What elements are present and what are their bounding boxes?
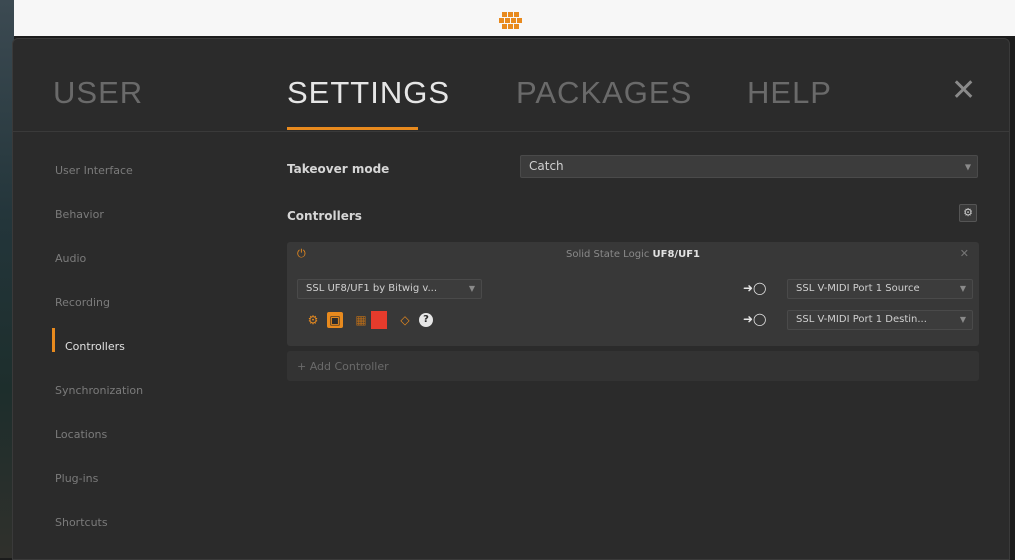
midi-output-value: SSL V-MIDI Port 1 Destin... (796, 314, 927, 325)
takeover-mode-label: Takeover mode (287, 162, 390, 176)
tab-help[interactable]: HELP (747, 75, 832, 111)
midi-output-row: ➜◯ SSL V-MIDI Port 1 Destin... ▼ (743, 310, 973, 330)
chevron-down-icon: ▼ (468, 284, 475, 293)
sidebar-item-user-interface[interactable]: User Interface (55, 164, 133, 177)
controller-title: Solid State Logic UF8/UF1 (287, 249, 979, 260)
controller-panel: ⏻ Solid State Logic UF8/UF1 ✕ SSL UF8/UF… (287, 242, 979, 346)
controller-script-select[interactable]: SSL UF8/UF1 by Bitwig v... ▼ (297, 279, 482, 299)
controller-model: UF8/UF1 (652, 249, 700, 260)
tab-bar: USER SETTINGS PACKAGES HELP ✕ (13, 39, 1009, 134)
controllers-label: Controllers (287, 209, 362, 223)
settings-dialog: USER SETTINGS PACKAGES HELP ✕ User Inter… (12, 38, 1010, 560)
tab-user[interactable]: USER (53, 75, 143, 111)
header-divider (13, 131, 1009, 132)
active-tab-indicator (287, 127, 418, 130)
midi-input-select[interactable]: SSL V-MIDI Port 1 Source ▼ (787, 279, 973, 299)
midi-input-value: SSL V-MIDI Port 1 Source (796, 283, 920, 294)
midi-in-arrow-icon: ➜◯ (743, 281, 767, 295)
color-swatch-icon[interactable] (371, 311, 387, 329)
tab-settings[interactable]: SETTINGS (287, 75, 450, 111)
sidebar-item-audio[interactable]: Audio (55, 252, 86, 265)
sidebar-item-locations[interactable]: Locations (55, 428, 107, 441)
sidebar-item-behavior[interactable]: Behavior (55, 208, 104, 221)
diamond-icon[interactable]: ◇ (397, 312, 413, 328)
takeover-mode-select[interactable]: Catch ▼ (520, 155, 978, 178)
midi-out-arrow-icon: ➜◯ (743, 312, 767, 326)
add-controller-button[interactable]: + Add Controller (287, 351, 979, 381)
bitwig-logo-icon (497, 10, 527, 32)
chevron-down-icon: ▼ (959, 284, 966, 293)
gear-icon[interactable]: ⚙ (959, 204, 977, 222)
controller-script-value: SSL UF8/UF1 by Bitwig v... (306, 283, 438, 294)
controller-vendor: Solid State Logic (565, 249, 650, 260)
controller-panel-header: ⏻ Solid State Logic UF8/UF1 ✕ (287, 242, 979, 268)
chevron-down-icon: ▼ (964, 162, 971, 171)
settings-cog-icon[interactable]: ⚙ (305, 312, 321, 328)
sidebar-item-controllers[interactable]: Controllers (65, 340, 125, 353)
grid-icon[interactable]: ▦ (353, 312, 369, 328)
midi-input-row: ➜◯ SSL V-MIDI Port 1 Source ▼ (743, 279, 973, 299)
sidebar-item-shortcuts[interactable]: Shortcuts (55, 516, 108, 529)
takeover-mode-value: Catch (529, 159, 564, 173)
tab-packages[interactable]: PACKAGES (516, 75, 692, 111)
help-icon[interactable]: ? (419, 313, 433, 327)
midi-output-select[interactable]: SSL V-MIDI Port 1 Destin... ▼ (787, 310, 973, 330)
chevron-down-icon: ▼ (959, 315, 966, 324)
sidebar-item-synchronization[interactable]: Synchronization (55, 384, 143, 397)
close-icon[interactable]: ✕ (951, 73, 976, 108)
sidebar-item-plug-ins[interactable]: Plug-ins (55, 472, 98, 485)
panel-close-icon[interactable]: ✕ (960, 247, 969, 260)
script-console-icon[interactable]: ▣ (327, 312, 343, 328)
add-controller-label: + Add Controller (297, 360, 389, 373)
sidebar-item-recording[interactable]: Recording (55, 296, 110, 309)
sidebar-active-indicator (52, 328, 55, 352)
